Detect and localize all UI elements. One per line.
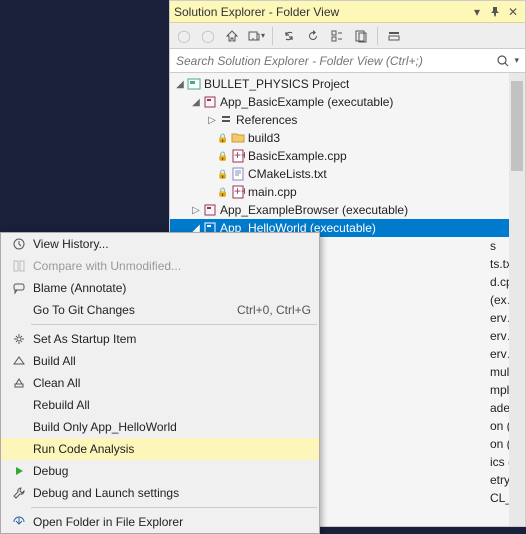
menu-separator <box>31 507 317 508</box>
menu-run-analysis[interactable]: Run Code Analysis <box>1 438 319 460</box>
svg-text:++: ++ <box>234 185 245 198</box>
menu-build-all[interactable]: Build All <box>1 350 319 372</box>
menu-rebuild-all[interactable]: Rebuild All <box>1 394 319 416</box>
forward-icon[interactable]: ◯ <box>198 26 218 46</box>
scrollbar[interactable] <box>509 73 525 526</box>
history-icon <box>9 237 29 251</box>
compare-icon <box>9 259 29 273</box>
home-icon[interactable] <box>222 26 242 46</box>
tree-node[interactable]: 🔒 CMakeLists.txt <box>170 165 525 183</box>
expander-icon[interactable]: ▷ <box>206 115 218 126</box>
expander-icon[interactable]: ◢ <box>190 97 202 108</box>
tree-node-project[interactable]: ◢ BULLET_PHYSICS Project <box>170 75 525 93</box>
lock-icon: 🔒 <box>218 169 228 180</box>
build-icon <box>9 354 29 368</box>
menu-separator <box>31 324 317 325</box>
menu-blame[interactable]: Blame (Annotate) <box>1 277 319 299</box>
menu-open-folder[interactable]: Open Folder in File Explorer <box>1 511 319 533</box>
folder-icon <box>230 130 246 146</box>
sync-icon[interactable] <box>279 26 299 46</box>
toolbar-separator <box>377 27 378 45</box>
project-icon <box>186 76 202 92</box>
search-bar[interactable]: ▾ <box>170 49 525 73</box>
dropdown-icon[interactable]: ▾ <box>469 4 485 20</box>
tree-node[interactable]: 🔒 ++ main.cpp <box>170 183 525 201</box>
chevron-down-icon[interactable]: ▾ <box>514 55 519 66</box>
close-icon[interactable]: ✕ <box>505 4 521 20</box>
executable-icon <box>202 94 218 110</box>
properties-icon[interactable] <box>384 26 404 46</box>
tree-node[interactable]: 🔒 ++ BasicExample.cpp <box>170 147 525 165</box>
toolbar: ◯ ◯ ▾ <box>170 23 525 49</box>
tree-node[interactable]: ◢ App_BasicExample (executable) <box>170 93 525 111</box>
expander-icon[interactable]: ▷ <box>190 205 202 216</box>
lock-icon: 🔒 <box>218 151 228 162</box>
accelerator: Ctrl+0, Ctrl+G <box>237 303 311 317</box>
menu-go-git[interactable]: Go To Git Changes Ctrl+0, Ctrl+G <box>1 299 319 321</box>
lock-icon: 🔒 <box>218 187 228 198</box>
collapse-icon[interactable] <box>327 26 347 46</box>
context-menu: View History... Compare with Unmodified.… <box>0 232 320 534</box>
references-icon <box>218 112 234 128</box>
expander-icon[interactable]: ◢ <box>174 79 186 90</box>
clean-icon <box>9 376 29 390</box>
cpp-file-icon: ++ <box>230 148 246 164</box>
svg-text:++: ++ <box>234 149 245 162</box>
lock-icon: 🔒 <box>218 133 228 144</box>
tree-node[interactable]: 🔒 build3 <box>170 129 525 147</box>
pin-icon[interactable] <box>487 4 503 20</box>
wrench-icon <box>9 486 29 500</box>
panel-title: Solution Explorer - Folder View <box>174 5 467 19</box>
menu-clean-all[interactable]: Clean All <box>1 372 319 394</box>
tree-node[interactable]: ▷ App_ExampleBrowser (executable) <box>170 201 525 219</box>
menu-debug-settings[interactable]: Debug and Launch settings <box>1 482 319 504</box>
menu-debug[interactable]: Debug <box>1 460 319 482</box>
menu-compare: Compare with Unmodified... <box>1 255 319 277</box>
refresh-icon[interactable] <box>303 26 323 46</box>
back-icon[interactable]: ◯ <box>174 26 194 46</box>
menu-view-history[interactable]: View History... <box>1 233 319 255</box>
switch-views-icon[interactable]: ▾ <box>246 26 266 46</box>
tree-node[interactable]: ▷ References <box>170 111 525 129</box>
scrollbar-thumb[interactable] <box>511 81 523 171</box>
menu-set-startup[interactable]: Set As Startup Item <box>1 328 319 350</box>
search-icon[interactable] <box>496 54 510 68</box>
menu-build-only[interactable]: Build Only App_HelloWorld <box>1 416 319 438</box>
text-file-icon <box>230 166 246 182</box>
blame-icon <box>9 281 29 295</box>
search-input[interactable] <box>176 54 496 68</box>
executable-icon <box>202 202 218 218</box>
play-icon <box>9 464 29 478</box>
toolbar-separator <box>272 27 273 45</box>
show-all-icon[interactable] <box>351 26 371 46</box>
cpp-file-icon: ++ <box>230 184 246 200</box>
gear-icon <box>9 332 29 346</box>
panel-titlebar: Solution Explorer - Folder View ▾ ✕ <box>170 1 525 23</box>
